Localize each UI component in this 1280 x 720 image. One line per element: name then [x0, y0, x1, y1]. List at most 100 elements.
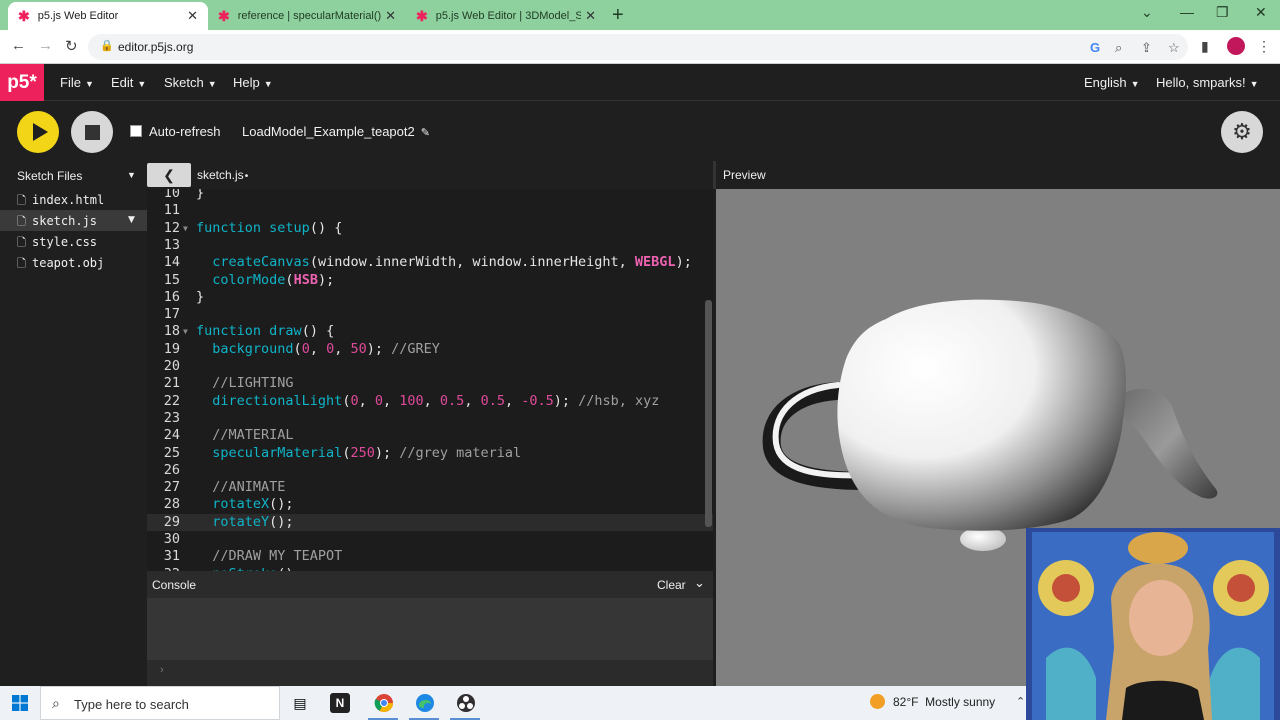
- chrome-menu-icon[interactable]: ⋮: [1257, 38, 1271, 55]
- code-line[interactable]: 12 ▼ function setup() {: [147, 220, 713, 237]
- user-menu[interactable]: Hello, smparks! ▼: [1156, 75, 1259, 90]
- minimize-icon[interactable]: —: [1180, 4, 1194, 20]
- share-icon[interactable]: ⇪: [1141, 40, 1152, 56]
- file-item-teapot-obj[interactable]: 🗋 teapot.obj: [0, 252, 147, 273]
- code-text: specularMaterial(250); //grey material: [212, 444, 522, 461]
- code-line[interactable]: 16}: [147, 289, 713, 306]
- p5-favicon-icon: ✱: [18, 7, 30, 24]
- line-number: 26: [163, 461, 180, 478]
- fold-arrow-icon[interactable]: ▼: [183, 220, 188, 237]
- menu-help-label: Help: [233, 75, 260, 90]
- console-input[interactable]: ›: [147, 660, 713, 686]
- browser-tab[interactable]: ✱ p5.js Web Editor | 3DModel_Sim ✕: [406, 2, 606, 30]
- side-panel-icon[interactable]: ▮: [1201, 38, 1209, 55]
- console-clear-button[interactable]: Clear: [657, 578, 686, 592]
- file-item-index-html[interactable]: 🗋 index.html: [0, 189, 147, 210]
- taskbar-search[interactable]: ⌕ Type here to search: [40, 686, 280, 720]
- forward-icon[interactable]: →: [38, 37, 53, 54]
- pencil-icon[interactable]: ✎: [421, 127, 430, 139]
- code-line[interactable]: 13: [147, 237, 713, 254]
- code-line[interactable]: 29 rotateY();: [147, 513, 713, 531]
- code-line[interactable]: 23: [147, 410, 713, 427]
- windows-start-icon[interactable]: [12, 695, 28, 711]
- menu-file[interactable]: File ▼: [60, 75, 94, 90]
- code-line[interactable]: 17: [147, 306, 713, 323]
- profile-avatar[interactable]: [1227, 37, 1245, 55]
- code-line[interactable]: 24 //MATERIAL: [147, 427, 713, 444]
- line-number: 28: [163, 496, 180, 513]
- collapse-sidebar-button[interactable]: ❮: [147, 163, 191, 187]
- edge-icon[interactable]: [413, 691, 437, 715]
- code-line[interactable]: 10}: [147, 189, 713, 202]
- code-line[interactable]: 20: [147, 358, 713, 375]
- lock-icon[interactable]: 🔒: [100, 39, 114, 52]
- tray-chevron-up-icon[interactable]: ⌃: [1016, 695, 1025, 708]
- code-line[interactable]: 27 //ANIMATE: [147, 479, 713, 496]
- search-icon: ⌕: [52, 695, 60, 711]
- weather-description: Mostly sunny: [925, 695, 996, 709]
- code-line[interactable]: 15 colorMode(HSB);: [147, 272, 713, 289]
- close-window-icon[interactable]: ✕: [1255, 4, 1267, 21]
- stop-button[interactable]: [71, 111, 113, 153]
- code-line[interactable]: 18 ▼ function draw() {: [147, 323, 713, 340]
- chevron-down-icon[interactable]: ⌄: [694, 575, 705, 591]
- menu-edit[interactable]: Edit ▼: [111, 75, 146, 90]
- settings-button[interactable]: ⚙: [1221, 111, 1263, 153]
- close-tab-icon[interactable]: ✕: [585, 8, 596, 24]
- omnibox[interactable]: 🔒 editor.p5js.org G ⌕ ⇪ ☆: [88, 34, 1188, 60]
- code-editor[interactable]: 10} 11 12 ▼ function setup() {13 14 createCan…: [147, 189, 713, 571]
- file-options-chevron-icon[interactable]: ▼: [128, 215, 135, 225]
- line-number: 17: [163, 306, 180, 323]
- chevron-left-icon: ❮: [163, 166, 175, 183]
- menu-sketch[interactable]: Sketch ▼: [164, 75, 217, 90]
- zoom-icon[interactable]: ⌕: [1115, 40, 1122, 56]
- play-button[interactable]: [17, 111, 59, 153]
- code-line[interactable]: 19 background(0, 0, 50); //GREY: [147, 341, 713, 358]
- p5-logo[interactable]: p5*: [0, 64, 44, 101]
- line-number: 31: [163, 548, 180, 565]
- code-line[interactable]: 30: [147, 531, 713, 548]
- bookmark-star-icon[interactable]: ☆: [1168, 40, 1180, 56]
- code-text: function draw() {: [196, 323, 335, 340]
- windows-taskbar: ⌕ Type here to search ▤ N 82°F Mostly su…: [0, 686, 1026, 720]
- chevron-down-icon[interactable]: ▼: [127, 170, 136, 180]
- menu-help[interactable]: Help ▼: [233, 75, 273, 90]
- code-line[interactable]: 31 //DRAW MY TEAPOT: [147, 548, 713, 565]
- code-line[interactable]: 26: [147, 462, 713, 479]
- language-menu[interactable]: English ▼: [1084, 75, 1140, 90]
- browser-tab[interactable]: ✱ p5.js Web Editor ✕: [8, 2, 208, 30]
- notion-icon[interactable]: N: [330, 693, 350, 713]
- task-view-icon[interactable]: ▤: [288, 691, 312, 715]
- play-icon: [32, 123, 48, 141]
- editor-file-tab[interactable]: sketch.js•: [197, 168, 248, 182]
- back-icon[interactable]: ←: [11, 37, 26, 54]
- editor-scrollbar[interactable]: [705, 300, 712, 527]
- code-line[interactable]: 14 createCanvas(window.innerWidth, windo…: [147, 254, 713, 271]
- obs-icon[interactable]: [454, 691, 478, 715]
- google-icon[interactable]: G: [1090, 40, 1100, 55]
- reload-icon[interactable]: ↻: [65, 37, 78, 55]
- close-tab-icon[interactable]: ✕: [385, 8, 396, 24]
- tab-search-chevron-icon[interactable]: ⌄: [1141, 4, 1153, 21]
- sketch-name[interactable]: LoadModel_Example_teapot2 ✎: [242, 124, 430, 139]
- code-line[interactable]: 25 specularMaterial(250); //grey materia…: [147, 445, 713, 462]
- code-line[interactable]: 11: [147, 202, 713, 219]
- new-tab-icon[interactable]: +: [612, 4, 624, 27]
- restore-icon[interactable]: ❐: [1216, 4, 1229, 21]
- close-tab-icon[interactable]: ✕: [187, 8, 198, 24]
- fold-arrow-icon[interactable]: ▼: [183, 323, 188, 340]
- line-number: 12: [163, 219, 180, 236]
- url-text[interactable]: editor.p5js.org: [118, 40, 193, 54]
- code-text: colorMode(HSB);: [212, 271, 335, 288]
- file-item-style-css[interactable]: 🗋 style.css: [0, 231, 147, 252]
- code-line[interactable]: 21 //LIGHTING: [147, 375, 713, 392]
- sketch-files-header[interactable]: Sketch Files ▼: [0, 161, 147, 188]
- auto-refresh-checkbox[interactable]: [130, 125, 142, 137]
- weather-widget[interactable]: 82°F Mostly sunny: [870, 694, 995, 709]
- chrome-icon[interactable]: [372, 691, 396, 715]
- browser-tab[interactable]: ✱ reference | specularMaterial() ✕: [208, 2, 406, 30]
- code-line[interactable]: 28 rotateX();: [147, 496, 713, 513]
- code-line[interactable]: 22 directionalLight(0, 0, 100, 0.5, 0.5,…: [147, 393, 713, 410]
- line-number: 21: [163, 375, 180, 392]
- file-item-sketch-js[interactable]: 🗋 sketch.js ▼: [0, 210, 147, 231]
